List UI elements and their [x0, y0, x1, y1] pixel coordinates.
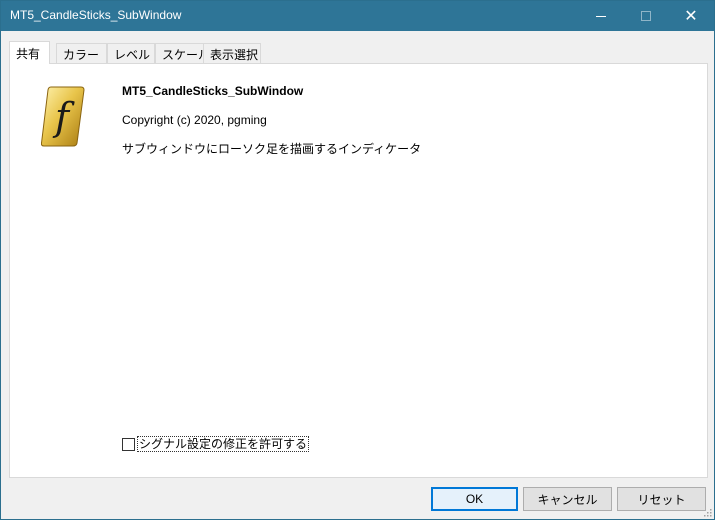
- allow-signal-modify-checkbox[interactable]: シグナル設定の修正を許可する: [122, 436, 310, 452]
- title-bar[interactable]: MT5_CandleSticks_SubWindow ✕: [1, 1, 714, 31]
- reset-button[interactable]: リセット: [617, 487, 706, 511]
- close-button[interactable]: ✕: [668, 1, 714, 31]
- tab-label: カラー: [63, 48, 100, 62]
- ok-button[interactable]: OK: [431, 487, 518, 511]
- tab-panel-common: f MT5_CandleSticks_SubWindow Copyright (…: [9, 63, 708, 478]
- copyright-text: Copyright (c) 2020, pgming: [122, 113, 267, 127]
- tab-label: 共有: [16, 47, 41, 61]
- minimize-icon: [596, 15, 606, 17]
- tab-label: 表示選択: [210, 48, 259, 62]
- resize-grip-icon[interactable]: [702, 507, 712, 517]
- indicator-name: MT5_CandleSticks_SubWindow: [122, 84, 304, 98]
- window-title: MT5_CandleSticks_SubWindow: [10, 8, 182, 22]
- checkbox-label[interactable]: シグナル設定の修正を許可する: [137, 436, 310, 452]
- close-icon: ✕: [684, 6, 698, 25]
- description-text: サブウィンドウにローソク足を描画するインディケータ: [122, 142, 422, 156]
- tab-common[interactable]: 共有: [9, 41, 50, 64]
- tab-colors[interactable]: カラー: [56, 43, 107, 63]
- tab-levels[interactable]: レベル: [107, 43, 155, 63]
- tab-label: レベル: [114, 48, 151, 62]
- minimize-button[interactable]: [578, 1, 624, 31]
- tab-scale[interactable]: スケール: [155, 43, 210, 63]
- checkbox-box[interactable]: [122, 437, 135, 451]
- cancel-button[interactable]: キャンセル: [523, 487, 612, 511]
- dialog-window: MT5_CandleSticks_SubWindow ✕ 共有 カラー レベル …: [0, 0, 715, 520]
- maximize-icon: [641, 11, 651, 21]
- function-f-icon: f: [41, 86, 85, 147]
- tab-visualization[interactable]: 表示選択: [203, 43, 261, 63]
- maximize-button[interactable]: [623, 1, 669, 31]
